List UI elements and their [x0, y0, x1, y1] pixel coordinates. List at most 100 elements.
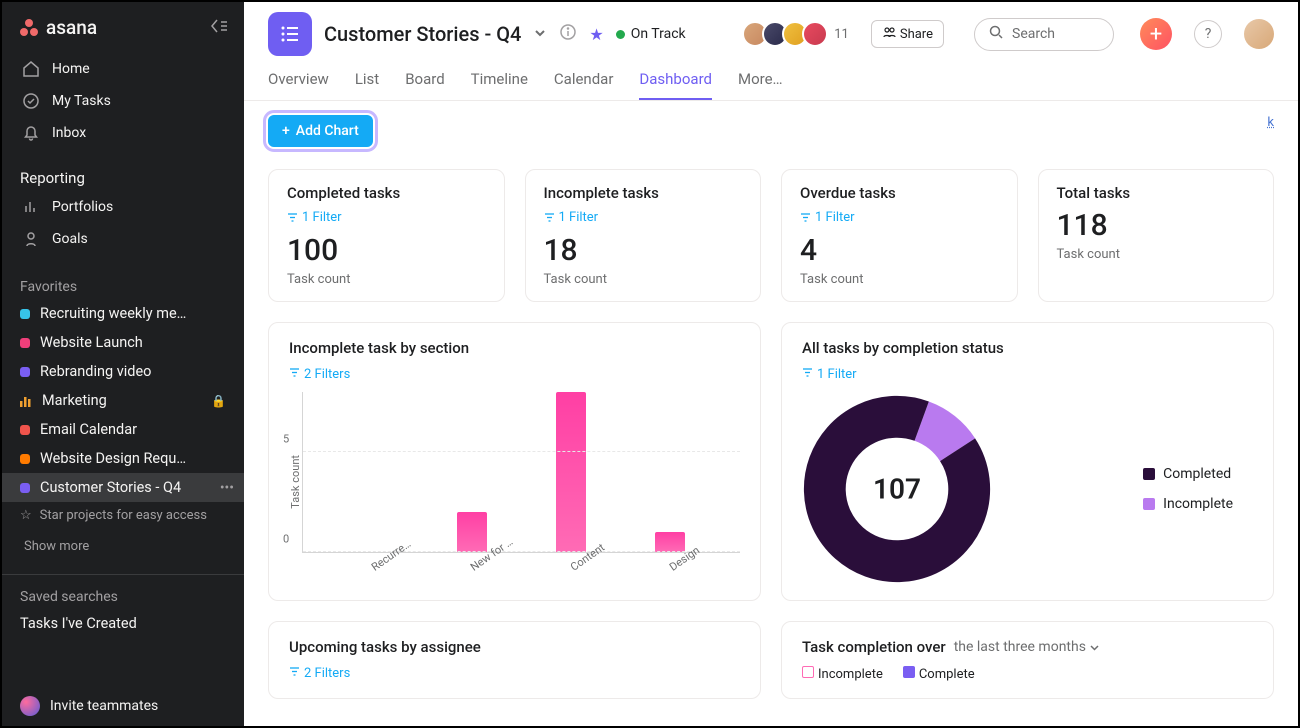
- goals-icon: [22, 230, 40, 248]
- tab-overview[interactable]: Overview: [268, 70, 329, 100]
- incomplete-by-section-chart[interactable]: Incomplete task by section 2 Filters Tas…: [268, 322, 761, 601]
- filter-link[interactable]: 2 Filters: [289, 367, 350, 382]
- stat-title: Total tasks: [1057, 184, 1256, 202]
- chart-title: Task completion over: [802, 638, 946, 656]
- star-outline-icon: ☆: [20, 508, 32, 523]
- star-projects-hint[interactable]: ☆ Star projects for easy access: [2, 502, 244, 529]
- upcoming-by-assignee-chart[interactable]: Upcoming tasks by assignee 2 Filters: [268, 621, 761, 699]
- project-icon: [268, 12, 312, 56]
- user-avatar[interactable]: [1244, 19, 1274, 49]
- favorite-item[interactable]: Recruiting weekly me…: [2, 299, 244, 328]
- filter-link[interactable]: 1 Filter: [287, 210, 342, 225]
- y-axis-label: Task count: [289, 455, 302, 509]
- favorite-item[interactable]: Website Design Requ…: [2, 444, 244, 473]
- legend-item: Completed: [1143, 466, 1233, 482]
- project-status[interactable]: On Track: [616, 26, 686, 42]
- bar: [655, 532, 685, 552]
- favorite-item[interactable]: Website Launch: [2, 328, 244, 357]
- stat-value: 18: [544, 233, 743, 268]
- project-color-icon: [20, 454, 30, 464]
- ellipsis-icon[interactable]: •••: [220, 480, 234, 496]
- dashboard-content: + Add Chart k Completed tasks1 Filter100…: [244, 101, 1298, 726]
- sidebar-item-my-tasks[interactable]: My Tasks: [12, 85, 234, 117]
- completion-over-time-chart[interactable]: Task completion over the last three mont…: [781, 621, 1274, 699]
- info-icon[interactable]: [559, 23, 577, 45]
- star-icon[interactable]: ★: [589, 25, 603, 44]
- omnibutton[interactable]: +: [1140, 18, 1172, 50]
- project-color-icon: [20, 367, 30, 377]
- favorite-item[interactable]: Customer Stories - Q4•••: [2, 473, 244, 502]
- favorite-label: Customer Stories - Q4: [40, 479, 226, 496]
- tab-more[interactable]: More…: [738, 70, 783, 100]
- filter-link[interactable]: 1 Filter: [800, 210, 855, 225]
- sidebar-item-inbox[interactable]: Inbox: [12, 117, 234, 149]
- sidebar-section-reporting: Reporting: [2, 159, 244, 191]
- sidebar: asana Home My Tasks Inbox Reporting: [2, 2, 244, 726]
- completion-legend: Incomplete Complete: [802, 666, 1253, 682]
- stat-card[interactable]: Total tasks118Task count: [1038, 169, 1275, 302]
- legend-item: Incomplete: [802, 666, 883, 682]
- sidebar-label: Goals: [52, 231, 88, 247]
- date-range-select[interactable]: the last three months: [954, 639, 1101, 655]
- tab-timeline[interactable]: Timeline: [471, 70, 528, 100]
- sidebar-section-favorites: Favorites: [2, 265, 244, 299]
- project-color-icon: [20, 338, 30, 348]
- sidebar-item-goals[interactable]: Goals: [12, 223, 234, 255]
- stat-sub: Task count: [800, 272, 999, 287]
- project-color-icon: [20, 309, 30, 319]
- favorite-item[interactable]: Marketing🔒: [2, 386, 244, 415]
- favorite-label: Marketing: [42, 392, 201, 409]
- tab-board[interactable]: Board: [405, 70, 444, 100]
- project-title: Customer Stories - Q4: [324, 22, 521, 46]
- favorite-item[interactable]: Email Calendar: [2, 415, 244, 444]
- favorites-list: Recruiting weekly me… Website Launch Rebra…: [2, 299, 244, 502]
- logo: asana: [18, 16, 97, 39]
- main: Customer Stories - Q4 ★ On Track 11: [244, 2, 1298, 726]
- favorite-item[interactable]: Rebranding video: [2, 357, 244, 386]
- invite-teammates-button[interactable]: Invite teammates: [2, 686, 244, 726]
- filter-link[interactable]: 1 Filter: [544, 210, 599, 225]
- filter-icon: [802, 367, 813, 382]
- stat-grid: Completed tasks1 Filter100Task countInco…: [268, 169, 1274, 302]
- tab-dashboard[interactable]: Dashboard: [639, 70, 712, 100]
- favorite-label: Website Launch: [40, 334, 226, 351]
- sidebar-label: Portfolios: [52, 199, 113, 215]
- legend-item: Complete: [903, 666, 975, 682]
- stat-title: Incomplete tasks: [544, 184, 743, 202]
- help-button[interactable]: ?: [1194, 20, 1222, 48]
- sidebar-item-home[interactable]: Home: [12, 53, 234, 85]
- filter-icon: [289, 367, 300, 382]
- add-chart-button[interactable]: + Add Chart: [268, 115, 373, 147]
- sidebar-item-portfolios[interactable]: Portfolios: [12, 191, 234, 223]
- tab-list[interactable]: List: [355, 70, 379, 100]
- collapse-sidebar-icon[interactable]: [208, 18, 228, 38]
- sidebar-label: Home: [52, 61, 90, 77]
- stat-card[interactable]: Incomplete tasks 1 Filter 18 Task count: [525, 169, 762, 302]
- chart-icon: [20, 395, 32, 407]
- bar: [556, 392, 586, 552]
- completion-status-chart[interactable]: All tasks by completion status 1 Filter …: [781, 322, 1274, 601]
- avatar-count: 11: [834, 27, 849, 42]
- search-icon: [989, 25, 1004, 44]
- stat-title: Overdue tasks: [800, 184, 999, 202]
- stat-sub: Task count: [544, 272, 743, 287]
- filter-link[interactable]: 2 Filters: [289, 666, 350, 681]
- share-button[interactable]: Share: [871, 20, 944, 48]
- filter-link[interactable]: 1 Filter: [802, 367, 857, 382]
- sidebar-label: Inbox: [52, 125, 86, 141]
- stat-value: 4: [800, 233, 999, 268]
- search-input[interactable]: Search: [974, 18, 1114, 51]
- tab-calendar[interactable]: Calendar: [554, 70, 614, 100]
- feedback-link[interactable]: k: [1267, 115, 1274, 130]
- stat-card[interactable]: Overdue tasks 1 Filter 4 Task count: [781, 169, 1018, 302]
- saved-search-item[interactable]: Tasks I've Created: [2, 609, 244, 638]
- chevron-down-icon[interactable]: [533, 25, 547, 44]
- legend-item: Incomplete: [1143, 496, 1233, 512]
- portfolio-icon: [22, 198, 40, 216]
- show-more-link[interactable]: Show more: [2, 529, 244, 564]
- favorite-label: Rebranding video: [40, 363, 226, 380]
- avatar-stack[interactable]: 11: [748, 21, 849, 47]
- bell-icon: [22, 124, 40, 142]
- stat-card[interactable]: Completed tasks1 Filter100Task count: [268, 169, 505, 302]
- invite-icon: [20, 696, 40, 716]
